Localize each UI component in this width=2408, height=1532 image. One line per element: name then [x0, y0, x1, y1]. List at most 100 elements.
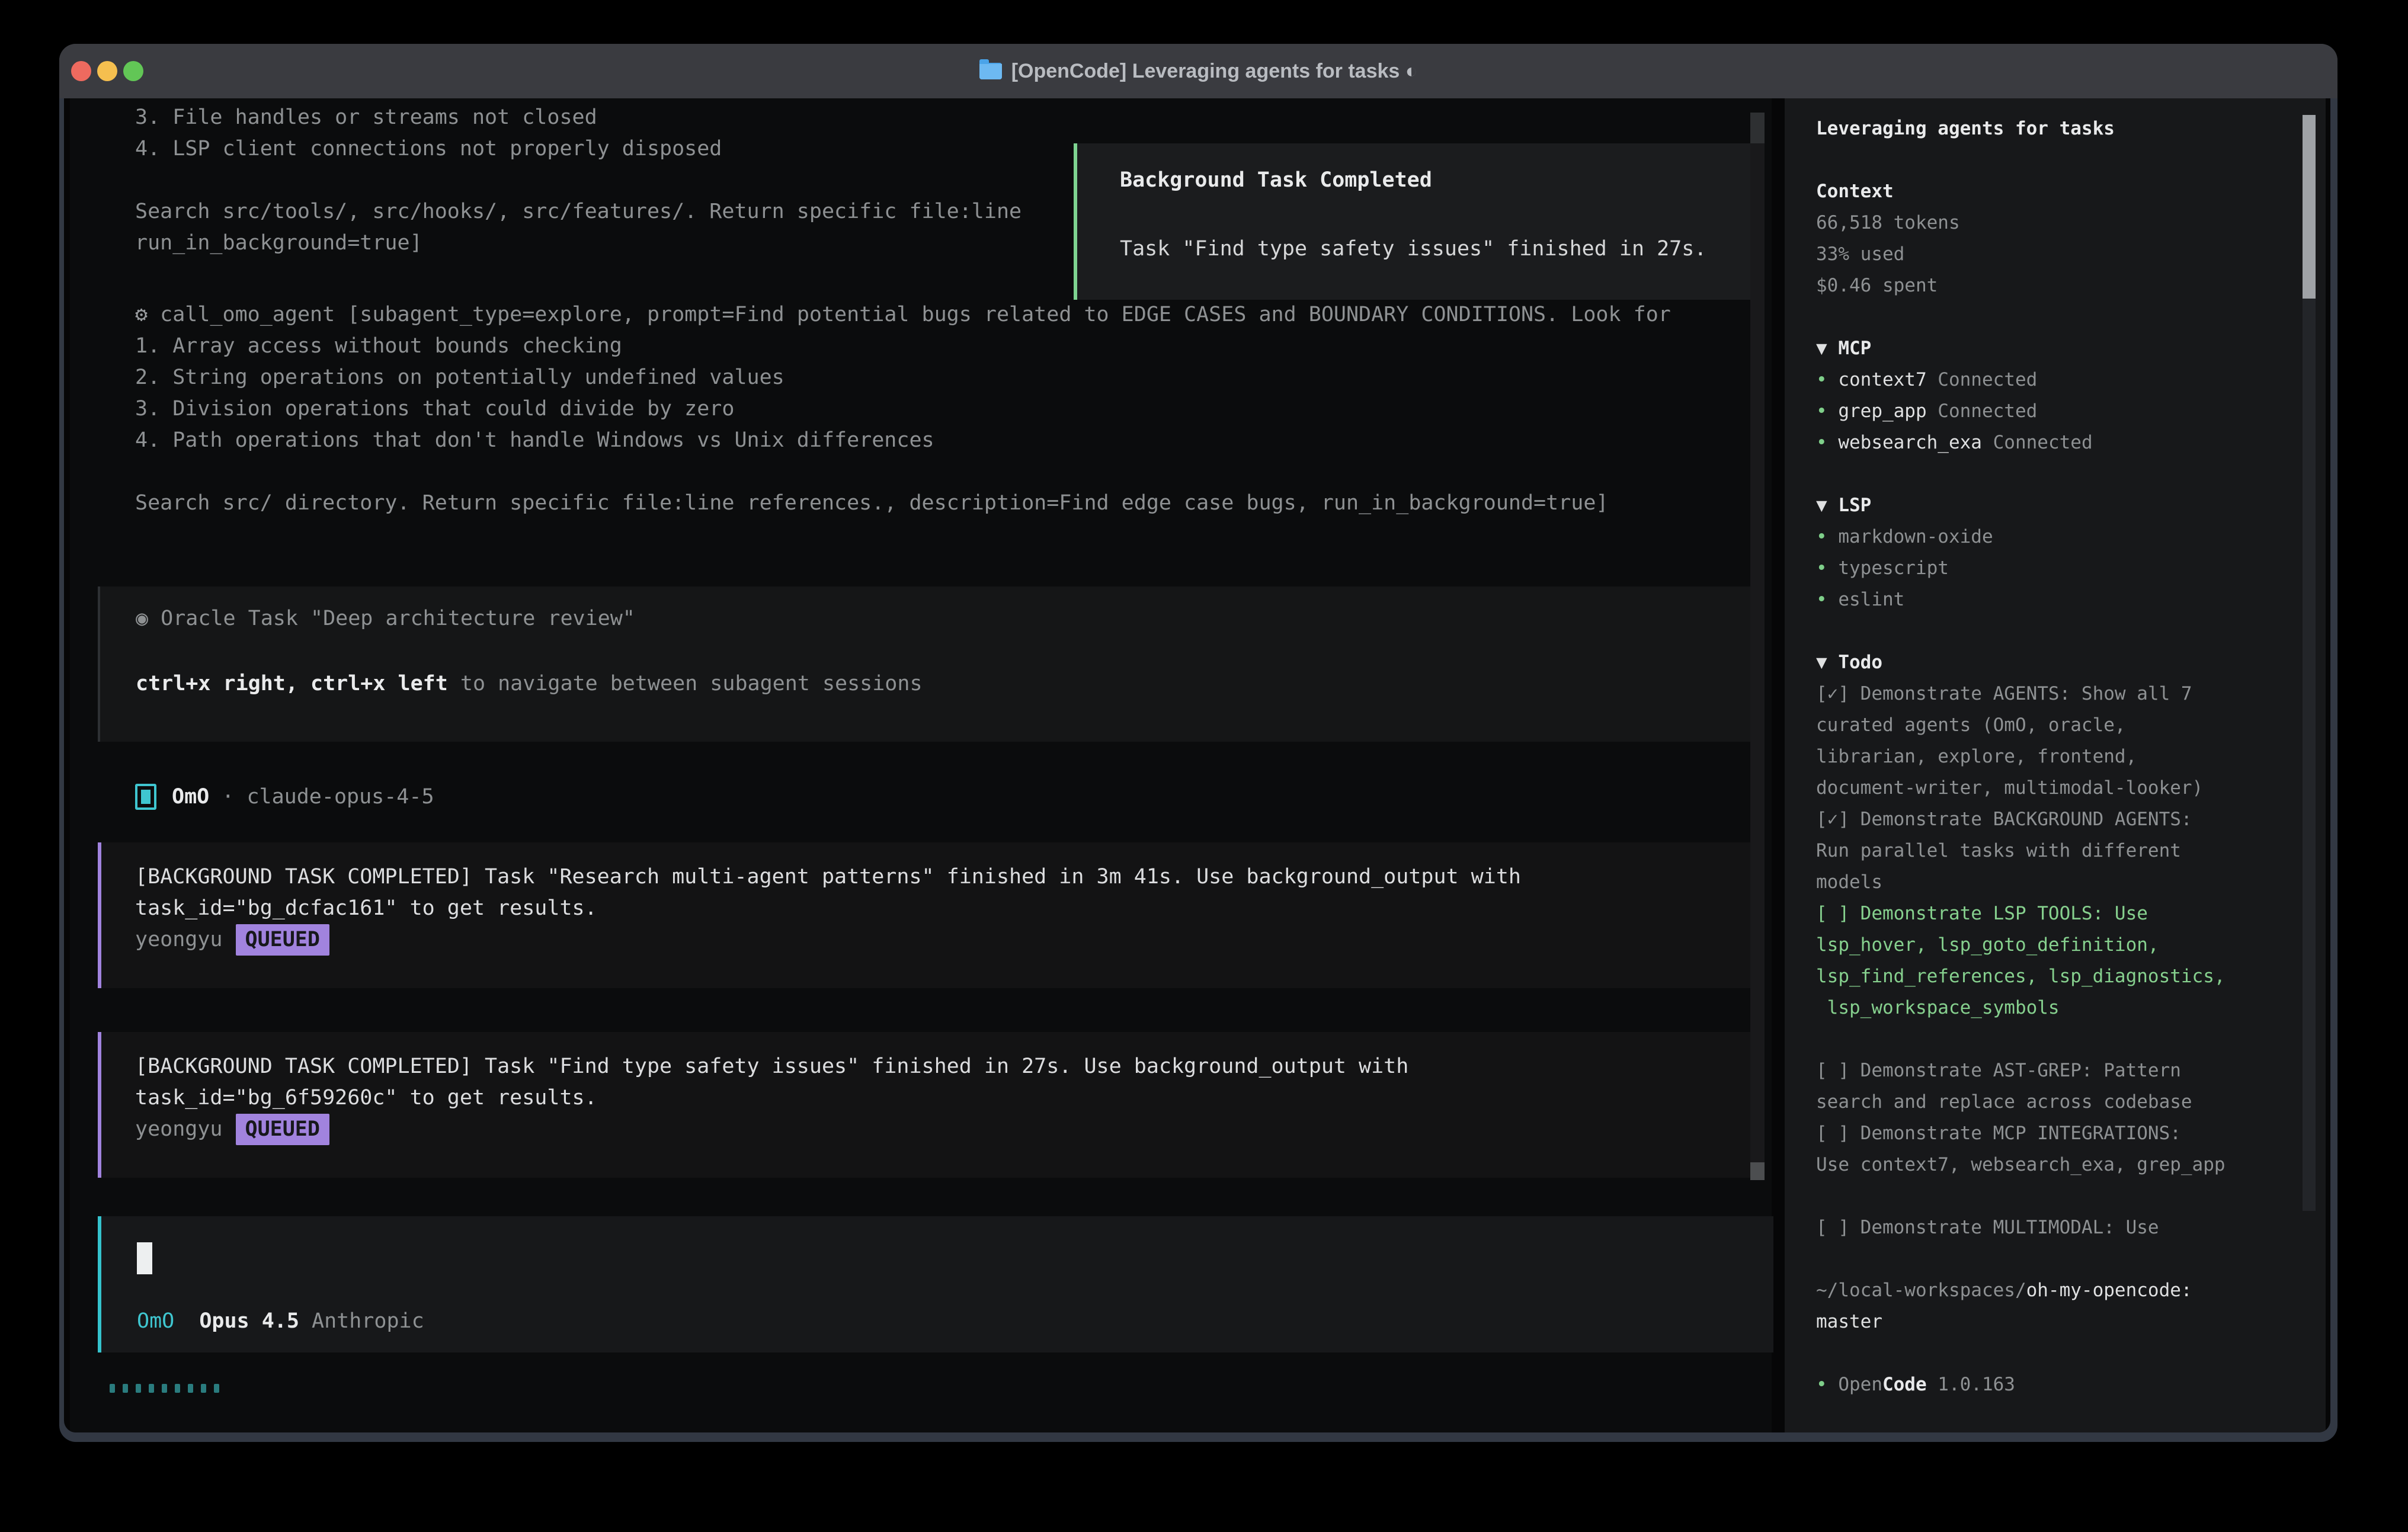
tool-call-block: ⚙ call_omo_agent [subagent_type=explore,…	[135, 299, 1671, 519]
task-message-line: task_id="bg_6f59260c" to get results.	[135, 1082, 1408, 1114]
lsp-name: typescript	[1838, 557, 1949, 579]
task-message-line: [BACKGROUND TASK COMPLETED] Task "Resear…	[135, 861, 1521, 893]
git-branch: master	[1816, 1306, 2290, 1338]
main-scrollbar[interactable]	[1750, 113, 1765, 1180]
chevron-down-icon: ▼	[1816, 338, 1827, 359]
tool-call-line: 3. Division operations that could divide…	[135, 393, 1671, 425]
workspace-path-prefix: ~/local-workspaces/	[1816, 1280, 2026, 1301]
status-dot-icon: •	[1816, 432, 1838, 453]
todo-line: [✓] Demonstrate BACKGROUND AGENTS:	[1816, 804, 2290, 835]
oracle-hint-rest: to navigate between subagent sessions	[448, 672, 923, 696]
workspace-path-name: oh-my-opencode:	[2026, 1280, 2192, 1301]
mcp-heading-text: MCP	[1827, 338, 1872, 359]
oracle-task-title: ◉ Oracle Task "Deep architecture review"	[136, 603, 635, 634]
agent-name: OmO	[172, 785, 209, 809]
folder-icon	[979, 63, 1002, 79]
task-message-line: task_id="bg_dcfac161" to get results.	[135, 893, 1521, 924]
activity-dots	[110, 1384, 219, 1393]
context-tokens: 66,518 tokens	[1816, 207, 2290, 239]
todo-section-header[interactable]: ▼ Todo	[1816, 647, 2290, 678]
todo-line: [✓] Demonstrate AGENTS: Show all 7	[1816, 678, 2290, 710]
input-provider-name: Anthropic	[312, 1309, 424, 1333]
tool-call-line: 4. Path operations that don't handle Win…	[135, 425, 1671, 456]
session-sidebar: Leveraging agents for tasks Context 66,5…	[1785, 98, 2326, 1432]
version-number: 1.0.163	[1927, 1374, 2015, 1395]
main-scrollbar-thumb-top[interactable]	[1750, 113, 1765, 143]
scrollback-line	[135, 165, 1022, 196]
agent-separator: ·	[209, 785, 246, 809]
todo-line: Run parallel tasks with different	[1816, 835, 2290, 867]
opencode-window: [OpenCode] Leveraging agents for tasks ◐…	[59, 44, 2337, 1442]
lsp-name: markdown-oxide	[1838, 526, 1993, 547]
model-info-row[interactable]: OmO Opus 4.5 Anthropic	[137, 1306, 424, 1337]
tool-call-line: 1. Array access without bounds checking	[135, 331, 1671, 362]
todo-heading-text: Todo	[1827, 652, 1882, 673]
task-user: yeongyu	[135, 928, 223, 951]
todo-line: curated agents (OmO, oracle,	[1816, 710, 2290, 741]
tool-call-line: call_omo_agent [subagent_type=explore, p…	[160, 303, 1671, 326]
lsp-heading-text: LSP	[1827, 495, 1872, 516]
context-heading: Context	[1816, 176, 2290, 207]
mcp-name: context7	[1838, 369, 1926, 390]
mcp-section-header[interactable]: ▼ MCP	[1816, 333, 2290, 364]
status-dot-icon: •	[1816, 557, 1838, 579]
sidebar-scrollbar[interactable]	[2303, 115, 2316, 1211]
background-task-message[interactable]: [BACKGROUND TASK COMPLETED] Task "Resear…	[98, 842, 1751, 988]
session-title: Leveraging agents for tasks	[1816, 113, 2290, 145]
background-task-notification[interactable]: Background Task Completed Task "Find typ…	[1074, 143, 1761, 300]
task-meta-row: yeongyuQUEUED	[135, 924, 1521, 956]
workspace-path: ~/local-workspaces/oh-my-opencode:	[1816, 1275, 2290, 1306]
task-meta-row: yeongyu QUEUED	[135, 1114, 1408, 1145]
context-used: 33% used	[1816, 239, 2290, 270]
lsp-item: • typescript	[1816, 553, 2290, 584]
todo-line: search and replace across codebase	[1816, 1086, 2290, 1118]
lsp-item: • markdown-oxide	[1816, 521, 2290, 553]
scrollback-line: 3. File handles or streams not closed	[135, 102, 1022, 133]
todo-line: Use context7, websearch_exa, grep_app	[1816, 1149, 2290, 1181]
gear-icon: ⚙	[135, 303, 148, 326]
status-dot-icon: •	[1816, 589, 1838, 610]
context-spent: $0.46 spent	[1816, 270, 2290, 302]
todo-line: [ ] Demonstrate MULTIMODAL: Use	[1816, 1212, 2290, 1243]
version-open: Open	[1838, 1374, 1882, 1395]
todo-line: [ ] Demonstrate AST-GREP: Pattern	[1816, 1055, 2290, 1086]
scrollback-line: 4. LSP client connections not properly d…	[135, 133, 1022, 165]
tool-call-header: ⚙ call_omo_agent [subagent_type=explore,…	[135, 299, 1671, 331]
scrollback-line: run_in_background=true]	[135, 227, 1022, 259]
task-user: yeongyu	[135, 1117, 223, 1141]
todo-line: models	[1816, 867, 2290, 898]
text-cursor	[137, 1242, 152, 1274]
tool-call-line: Search src/ directory. Return specific f…	[135, 488, 1671, 519]
tool-call-line	[135, 456, 1671, 488]
background-task-message[interactable]: [BACKGROUND TASK COMPLETED] Task "Find t…	[98, 1032, 1751, 1178]
notification-body: Task "Find type safety issues" finished …	[1120, 233, 1706, 265]
todo-line-active: lsp_find_references, lsp_diagnostics,	[1816, 961, 2290, 992]
mcp-status: Connected	[1927, 400, 2038, 422]
status-dot-icon: •	[1816, 526, 1838, 547]
main-scrollbar-thumb[interactable]	[1750, 1162, 1765, 1180]
lsp-section-header[interactable]: ▼ LSP	[1816, 490, 2290, 521]
version-line: • OpenCode 1.0.163	[1816, 1369, 2290, 1400]
todo-line: librarian, explore, frontend,	[1816, 741, 2290, 773]
terminal-content: 3. File handles or streams not closed 4.…	[64, 98, 2330, 1432]
window-title-wrap: [OpenCode] Leveraging agents for tasks ◐	[59, 44, 2337, 98]
oracle-task-card[interactable]: ◉ Oracle Task "Deep architecture review"…	[98, 586, 1751, 742]
mcp-name: grep_app	[1838, 400, 1926, 422]
todo-line-active: [ ] Demonstrate LSP TOOLS: Use	[1816, 898, 2290, 930]
oracle-icon: ◉	[136, 607, 148, 630]
status-dot-icon: •	[1816, 1374, 1838, 1395]
scrollback-line: Search src/tools/, src/hooks/, src/featu…	[135, 196, 1022, 227]
window-title: [OpenCode] Leveraging agents for tasks ◐	[1011, 60, 1418, 83]
queued-status-badge: QUEUED	[236, 1114, 329, 1145]
prompt-input[interactable]: OmO Opus 4.5 Anthropic	[98, 1216, 1773, 1352]
version-code: Code	[1882, 1374, 1927, 1395]
main-pane: 3. File handles or streams not closed 4.…	[70, 98, 1772, 1432]
chevron-down-icon: ▼	[1816, 652, 1827, 673]
sidebar-scrollbar-thumb[interactable]	[2303, 115, 2316, 299]
oracle-hint: ctrl+x right, ctrl+x left to navigate be…	[136, 668, 923, 700]
todo-line: [ ] Demonstrate MCP INTEGRATIONS:	[1816, 1118, 2290, 1149]
tool-call-line: 2. String operations on potentially unde…	[135, 362, 1671, 393]
lsp-item: • eslint	[1816, 584, 2290, 616]
title-bar[interactable]: [OpenCode] Leveraging agents for tasks ◐	[59, 44, 2337, 98]
status-dot-icon: •	[1816, 369, 1838, 390]
